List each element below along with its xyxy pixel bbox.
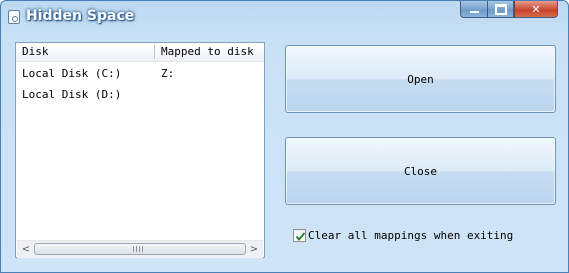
title-bar[interactable]: Hidden Space ✕	[1, 1, 568, 33]
list-item[interactable]: Local Disk (D:)	[16, 85, 264, 105]
scroll-left-button[interactable]: <	[18, 242, 34, 257]
window-controls: ✕	[460, 1, 558, 19]
maximize-icon	[494, 3, 507, 15]
app-disk-icon	[8, 10, 20, 24]
minimize-button[interactable]	[460, 1, 487, 18]
list-header: Disk Mapped to disk	[16, 43, 264, 62]
column-header-disk[interactable]: Disk	[22, 45, 49, 58]
clear-mappings-option[interactable]: Clear all mappings when exiting	[293, 227, 513, 243]
close-icon: ✕	[531, 2, 541, 16]
clear-mappings-checkbox[interactable]	[293, 228, 306, 242]
disk-list[interactable]: Disk Mapped to disk Local Disk (C:) Z: L…	[15, 42, 265, 258]
column-header-mapped[interactable]: Mapped to disk	[161, 45, 254, 58]
close-window-button[interactable]: ✕	[514, 1, 558, 18]
close-button[interactable]: Close	[285, 137, 556, 205]
maximize-button[interactable]	[487, 1, 514, 18]
column-divider[interactable]	[154, 45, 155, 59]
minimize-icon	[469, 10, 479, 13]
app-window: Hidden Space ✕ Disk Mapped to disk Local…	[0, 0, 569, 273]
checkmark-icon	[295, 231, 306, 241]
scroll-thumb[interactable]	[34, 243, 246, 255]
scroll-right-button[interactable]: >	[246, 242, 262, 257]
grip-icon	[133, 246, 143, 252]
mapped-drive: Z:	[161, 67, 175, 80]
list-item[interactable]: Local Disk (C:) Z:	[16, 64, 264, 84]
disk-name: Local Disk (D:)	[22, 88, 122, 101]
horizontal-scrollbar[interactable]: < >	[17, 240, 263, 258]
disk-name: Local Disk (C:)	[22, 67, 122, 80]
window-title: Hidden Space	[26, 8, 135, 24]
clear-mappings-label[interactable]: Clear all mappings when exiting	[308, 229, 513, 242]
open-button[interactable]: Open	[285, 45, 556, 113]
